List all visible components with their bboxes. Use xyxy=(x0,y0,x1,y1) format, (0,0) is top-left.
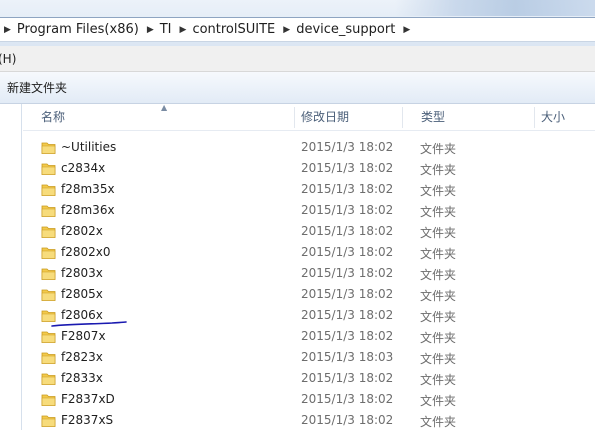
breadcrumb-item-controlsuite[interactable]: controlSUITE xyxy=(192,22,283,37)
column-header-size[interactable]: 大小 xyxy=(523,104,595,131)
file-modified-date: 2015/1/3 18:02 xyxy=(301,371,394,385)
file-row[interactable]: f2803x 2015/1/3 18:02 文件夹 xyxy=(23,263,595,284)
chevron-right-icon[interactable]: ▶ xyxy=(147,25,160,35)
file-row[interactable]: c2834x 2015/1/3 18:02 文件夹 xyxy=(23,158,595,179)
file-name[interactable]: f2802x xyxy=(61,224,103,238)
breadcrumb[interactable]: ▶ Program Files(x86) ▶ TI ▶ controlSUITE… xyxy=(0,17,595,42)
title-bar-blur xyxy=(395,0,595,16)
column-header-type-label: 类型 xyxy=(421,110,446,124)
folder-icon xyxy=(41,184,56,196)
sort-ascending-icon: ▲ xyxy=(161,103,168,112)
folder-icon xyxy=(41,310,56,322)
file-name[interactable]: f2805x xyxy=(61,287,103,301)
chevron-right-icon[interactable]: ▶ xyxy=(283,25,296,35)
file-modified-date: 2015/1/3 18:02 xyxy=(301,161,394,175)
file-row[interactable]: F2837xS 2015/1/3 18:02 文件夹 xyxy=(23,410,595,430)
file-row[interactable]: F2807x 2015/1/3 18:02 文件夹 xyxy=(23,326,595,347)
folder-icon xyxy=(41,247,56,259)
column-header-name-label: 名称 xyxy=(41,110,66,124)
file-modified-date: 2015/1/3 18:02 xyxy=(301,224,394,238)
file-row[interactable]: f2802x 2015/1/3 18:02 文件夹 xyxy=(23,221,595,242)
file-name[interactable]: f2802x0 xyxy=(61,245,111,259)
command-bar: 新建文件夹 xyxy=(0,72,595,104)
column-header-date-label: 修改日期 xyxy=(301,110,350,124)
file-name[interactable]: c2834x xyxy=(61,161,105,175)
file-name[interactable]: f2833x xyxy=(61,371,103,385)
file-modified-date: 2015/1/3 18:02 xyxy=(301,245,394,259)
column-header-row: ▲ 名称 修改日期 类型 大小 xyxy=(23,103,595,131)
file-type: 文件夹 xyxy=(420,226,457,240)
file-name[interactable]: f2803x xyxy=(61,266,103,280)
file-modified-date: 2015/1/3 18:03 xyxy=(301,350,394,364)
file-type: 文件夹 xyxy=(420,373,457,387)
address-bar: ▶ Program Files(x86) ▶ TI ▶ controlSUITE… xyxy=(0,0,595,46)
breadcrumb-item-device-support[interactable]: device_support xyxy=(296,22,403,37)
file-name[interactable]: f28m36x xyxy=(61,203,115,217)
file-modified-date: 2015/1/3 18:02 xyxy=(301,266,394,280)
file-row[interactable]: f2802x0 2015/1/3 18:02 文件夹 xyxy=(23,242,595,263)
folder-icon xyxy=(41,226,56,238)
file-name[interactable]: F2807x xyxy=(61,329,106,343)
file-row[interactable]: f2806x 2015/1/3 18:02 文件夹 xyxy=(23,305,595,326)
chevron-right-icon[interactable]: ▶ xyxy=(403,25,416,35)
file-type: 文件夹 xyxy=(420,415,457,429)
file-name[interactable]: F2837xS xyxy=(61,413,113,427)
folder-icon xyxy=(41,142,56,154)
file-name[interactable]: F2837xD xyxy=(61,392,115,406)
file-row[interactable]: F2837xD 2015/1/3 18:02 文件夹 xyxy=(23,389,595,410)
folder-icon xyxy=(41,415,56,427)
file-list: ~Utilities 2015/1/3 18:02 文件夹 c2834x 2015/1/… xyxy=(23,137,595,430)
file-row[interactable]: f28m36x 2015/1/3 18:02 文件夹 xyxy=(23,200,595,221)
file-type: 文件夹 xyxy=(420,289,457,303)
new-folder-button[interactable]: 新建文件夹 xyxy=(7,79,67,96)
file-modified-date: 2015/1/3 18:02 xyxy=(301,287,394,301)
column-header-name[interactable]: ▲ 名称 xyxy=(23,103,295,131)
file-modified-date: 2015/1/3 18:02 xyxy=(301,140,394,154)
folder-icon xyxy=(41,205,56,217)
file-name[interactable]: f28m35x xyxy=(61,182,115,196)
file-type: 文件夹 xyxy=(420,142,457,156)
file-modified-date: 2015/1/3 18:02 xyxy=(301,329,394,343)
file-modified-date: 2015/1/3 18:02 xyxy=(301,203,394,217)
file-type: 文件夹 xyxy=(420,163,457,177)
file-row[interactable]: f28m35x 2015/1/3 18:02 文件夹 xyxy=(23,179,595,200)
file-name[interactable]: ~Utilities xyxy=(61,140,116,154)
file-type: 文件夹 xyxy=(420,310,457,324)
chevron-right-icon[interactable]: ▶ xyxy=(4,25,17,35)
file-modified-date: 2015/1/3 18:02 xyxy=(301,308,394,322)
file-row[interactable]: ~Utilities 2015/1/3 18:02 文件夹 xyxy=(23,137,595,158)
file-type: 文件夹 xyxy=(420,352,457,366)
file-type: 文件夹 xyxy=(420,394,457,408)
folder-icon xyxy=(41,352,56,364)
navigation-pane[interactable] xyxy=(0,104,22,430)
column-header-date[interactable]: 修改日期 xyxy=(283,104,403,131)
column-header-size-label: 大小 xyxy=(541,110,566,124)
file-row[interactable]: f2805x 2015/1/3 18:02 文件夹 xyxy=(23,284,595,305)
file-row[interactable]: f2833x 2015/1/3 18:02 文件夹 xyxy=(23,368,595,389)
file-modified-date: 2015/1/3 18:02 xyxy=(301,413,394,427)
menu-help[interactable]: (H) xyxy=(0,52,16,66)
file-name[interactable]: f2823x xyxy=(61,350,103,364)
breadcrumb-item-program-files[interactable]: Program Files(x86) xyxy=(17,22,147,37)
column-header-type[interactable]: 类型 xyxy=(403,104,535,131)
file-type: 文件夹 xyxy=(420,268,457,282)
file-type: 文件夹 xyxy=(420,247,457,261)
file-modified-date: 2015/1/3 18:02 xyxy=(301,182,394,196)
file-row[interactable]: f2823x 2015/1/3 18:03 文件夹 xyxy=(23,347,595,368)
menu-bar: (H) xyxy=(0,46,595,72)
folder-icon xyxy=(41,268,56,280)
folder-icon xyxy=(41,163,56,175)
chevron-right-icon[interactable]: ▶ xyxy=(180,25,193,35)
folder-icon xyxy=(41,373,56,385)
file-type: 文件夹 xyxy=(420,205,457,219)
folder-icon xyxy=(41,331,56,343)
file-type: 文件夹 xyxy=(420,331,457,345)
breadcrumb-item-ti[interactable]: TI xyxy=(160,22,180,37)
file-modified-date: 2015/1/3 18:02 xyxy=(301,392,394,406)
folder-icon xyxy=(41,394,56,406)
file-name[interactable]: f2806x xyxy=(61,308,103,322)
folder-icon xyxy=(41,289,56,301)
file-type: 文件夹 xyxy=(420,184,457,198)
